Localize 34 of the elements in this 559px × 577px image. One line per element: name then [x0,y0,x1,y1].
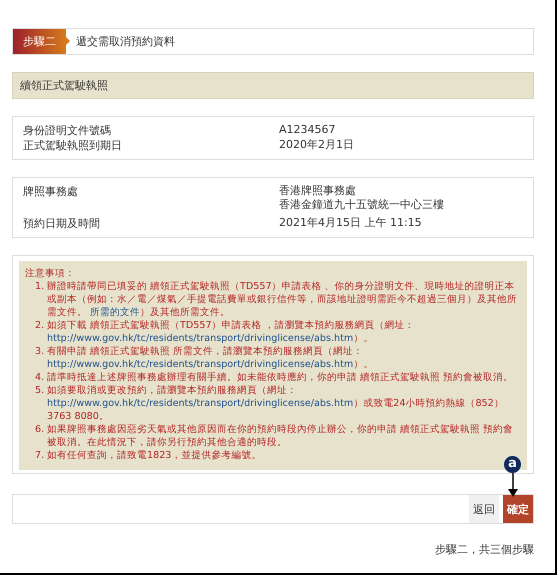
note-text: 如果牌照事務處因惡劣天氣或其他原因而在你的預約時段內停止辦公，你的申請 續領正式駕駛執照 預約會被取消。在此情況下，請你另行預約其他合適的時段。 [47,423,514,449]
note-text: 如有任何查詢，請致電1823，並提供參考編號。 [47,449,262,462]
service-title: 續領正式駕駛執照 [20,78,108,93]
link[interactable]: http://www.gov.hk/tc/residents/transport/drivinglicense/abs.htm [47,333,354,344]
step-counter: 步驟二，共三個步驟 [434,542,534,557]
field-value: A1234567 [279,123,336,138]
item-number: 5. [35,384,46,398]
arrow-icon [508,473,518,497]
item-number: 3. [35,345,46,359]
field-label: 預約日期及時間 [23,216,101,231]
field-value: 2020年2月1日 [279,138,354,153]
item-number: 1. [35,280,46,294]
field-label: 身份證明文件號碼 [23,123,112,138]
field-label: 正式駕駛執照到期日 [23,138,123,153]
back-button[interactable]: 返回 [469,495,499,523]
field-value: 香港金鐘道九十五號統一中心三樓 [279,198,444,212]
note-text: 如須要取消或更改預約，請瀏覽本預約服務網頁（網址： http://www.gov.hk/tc/residents/transport/drivinglicense/abs.htm）或致電24小時預約熱線（852） 3763 8080。 [47,384,505,423]
link[interactable]: 所需的文件 [90,307,140,318]
item-number: 6. [35,423,46,437]
note-text: 有關申請 續領正式駕駛執照 所需文件，請瀏覽本預約服務網頁（網址： http://www.gov.hk/tc/residents/transport/drivinglicense/abs.htm）。 [47,345,374,371]
confirm-button[interactable]: 確定 [503,495,533,523]
item-number: 2. [35,319,46,333]
step-title: 遞交需取消預約資料 [76,34,175,49]
link[interactable]: http://www.gov.hk/tc/residents/transport/drivinglicense/abs.htm [47,398,354,409]
note-text: 辦證時請帶同已填妥的 續領正式駕駛執照（TD557）申請表格 、你的身分證明文件、現時地址的證明正本或副本（例如：水／電／煤氣／手提電話費單或銀行信件等，而該地址證明需距今不超過三個月）及其他所需文件。 所需的文件）及其他所需文件。 [47,280,518,319]
notes-heading: 注意事項： [25,267,76,280]
item-number: 7. [35,449,46,462]
field-value: 2021年4月15日 上午 11:15 [279,216,422,230]
field-value: 香港牌照事務處 [279,184,357,198]
link[interactable]: http://www.gov.hk/tc/residents/transport/drivinglicense/abs.htm [47,359,354,370]
note-text: 請準時抵達上述牌照事務處辦理有關手續。如未能依時應約，你的申請 續領正式駕駛執照 預約會被取消。 [47,371,514,384]
field-label: 牌照事務處 [23,184,79,200]
note-text: 如須下載 續領正式駕駛執照（TD557）申請表格 ，請瀏覽本預約服務網頁（網址： http://www.gov.hk/tc/residents/transport/drivinglicense/abs.htm）。 [47,319,416,345]
item-number: 4. [35,371,46,384]
